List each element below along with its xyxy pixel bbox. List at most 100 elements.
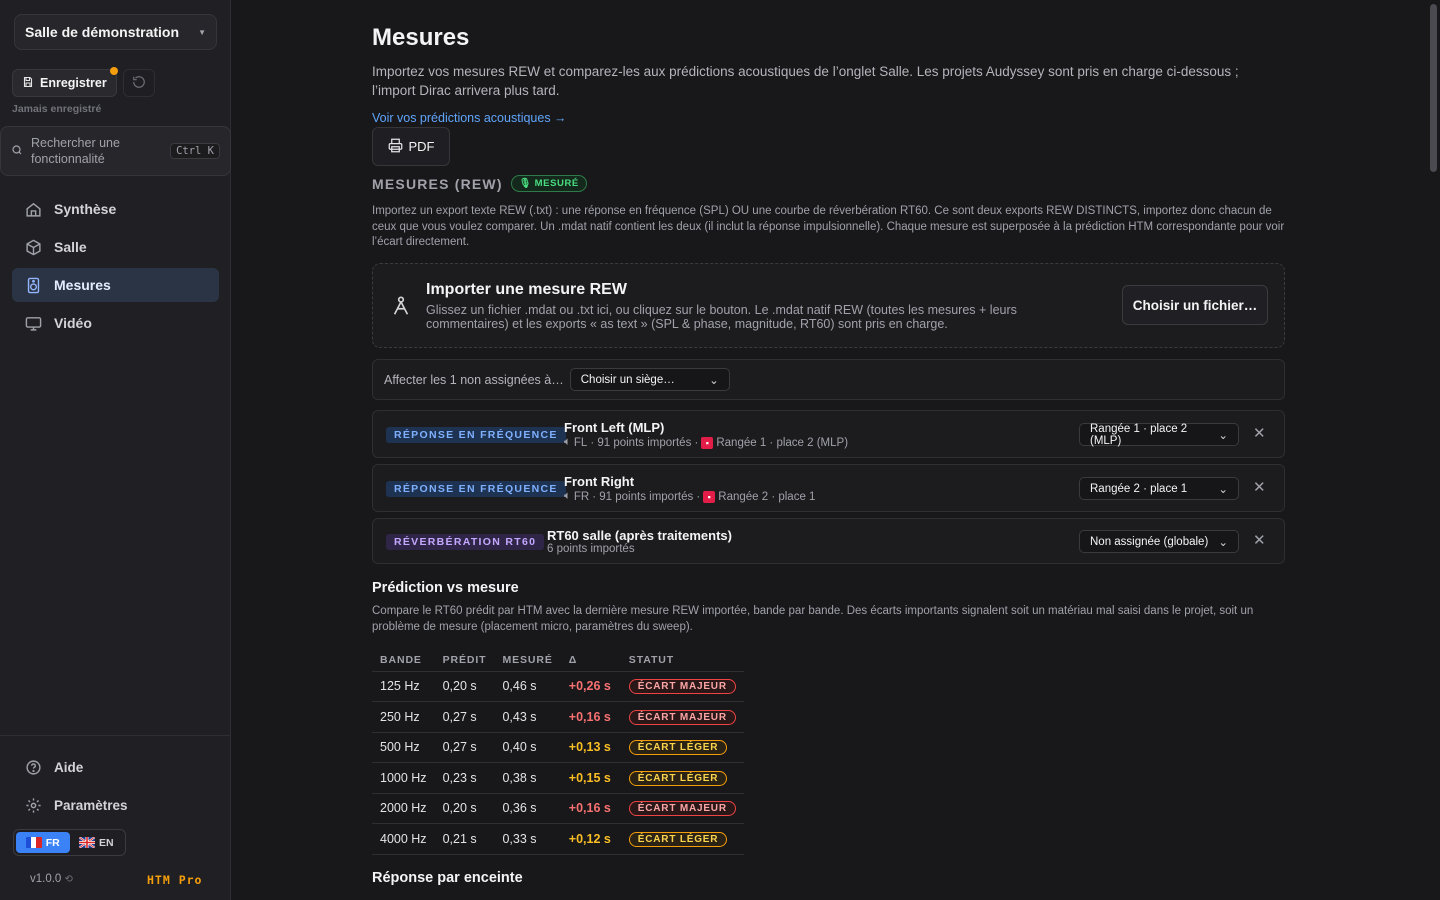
room-selector[interactable]: Salle de démonstration ▼: [14, 14, 217, 50]
gear-icon: [24, 796, 42, 814]
predictions-link[interactable]: Voir vos prédictions acoustiques →: [372, 111, 567, 125]
rew-section-header: MESURES (REW) 🎙︎ MESURÉ: [372, 175, 587, 192]
fr-flag-icon: [25, 837, 42, 848]
language-switch: FR EN: [13, 829, 126, 856]
home-icon: [24, 200, 42, 218]
lang-fr-button[interactable]: FR: [16, 832, 70, 853]
status-cell: ÉCART LÉGER: [620, 823, 744, 855]
assign-select-value: Choisir un siège…: [580, 373, 675, 386]
measurement-meta: 🔈︎ FR · 91 points importés · ▪ Rangée 2 …: [564, 490, 815, 503]
nav-item-help[interactable]: Aide: [12, 750, 219, 784]
column-header: BANDE: [372, 649, 435, 672]
seat-select[interactable]: Rangée 1 · place 2 (MLP) ⌄: [1079, 422, 1239, 447]
measured-cell: 0,40 s: [494, 732, 561, 763]
pdf-label: PDF: [408, 139, 435, 154]
predicted-cell: 0,20 s: [434, 793, 495, 824]
nav-label: Mesures: [54, 277, 111, 293]
table-row: 4000 Hz 0,21 s 0,33 s +0,12 s ÉCART LÉGER: [372, 823, 744, 855]
measured-badge-label: MESURÉ: [534, 178, 579, 189]
save-label: Enregistrer: [40, 76, 107, 90]
revert-button[interactable]: [123, 69, 155, 97]
status-badge: ÉCART LÉGER: [628, 770, 728, 786]
printer-icon: [388, 138, 403, 156]
measurement-type-tag: RÉPONSE EN FRÉQUENCE: [386, 427, 566, 443]
assign-seat-select[interactable]: Choisir un siège… ⌄: [569, 368, 730, 391]
save-button[interactable]: Enregistrer: [12, 67, 118, 97]
sidebar: Salle de démonstration ▼ Enregistrer Jam…: [0, 0, 231, 900]
points-count: 6 points importés: [547, 543, 635, 555]
column-header: STATUT: [620, 649, 744, 672]
app-version: v1.0.0 ⟲: [30, 873, 73, 885]
close-icon[interactable]: ✕: [1253, 531, 1266, 549]
chevron-down-icon: ⌄: [1218, 483, 1228, 496]
nav-label: Synthèse: [54, 201, 117, 217]
page-intro: Importez vos mesures REW et comparez-les…: [372, 64, 1239, 98]
section-title: MESURES (REW): [372, 175, 503, 192]
status-cell: ÉCART MAJEUR: [620, 701, 744, 733]
main-nav: Synthèse Salle Mesures Vidéo: [12, 192, 219, 344]
band-cell: 250 Hz: [372, 701, 435, 733]
delta-cell: +0,16 s: [560, 793, 621, 824]
table-row: 500 Hz 0,27 s 0,40 s +0,13 s ÉCART LÉGER: [372, 732, 744, 763]
measurement-row: RÉPONSE EN FRÉQUENCE Front Left (MLP) 🔈︎…: [372, 410, 1285, 458]
measurement-meta: 6 points importés: [547, 543, 635, 555]
nav-item-salle[interactable]: Salle: [12, 230, 219, 264]
status-cell: ÉCART MAJEUR: [620, 671, 744, 702]
search-icon: [11, 144, 23, 159]
uk-flag-icon: [78, 837, 95, 848]
nav-label: Vidéo: [54, 315, 92, 331]
rew-dropzone[interactable]: Importer une mesure REW Glissez un fichi…: [372, 263, 1285, 348]
nav-item-mesures[interactable]: Mesures: [12, 268, 219, 302]
measurement-meta: 🔈︎ FL · 91 points importés · ▪ Rangée 1 …: [564, 436, 848, 449]
measurement-type-tag: RÉVERBÉRATION RT60: [386, 534, 545, 550]
status-cell: ÉCART MAJEUR: [620, 793, 744, 824]
monitor-icon: [24, 314, 42, 332]
measurement-row: RÉPONSE EN FRÉQUENCE Front Right 🔈︎ FR ·…: [372, 464, 1285, 512]
status-badge: ÉCART MAJEUR: [628, 679, 736, 695]
measured-cell: 0,33 s: [494, 823, 561, 855]
delta-cell: +0,16 s: [560, 701, 621, 733]
prediction-description: Compare le RT60 prédit par HTM avec la d…: [372, 605, 1254, 633]
sidebar-divider: [0, 735, 231, 736]
close-icon[interactable]: ✕: [1253, 478, 1266, 496]
close-icon[interactable]: ✕: [1253, 424, 1266, 442]
status-cell: ÉCART LÉGER: [620, 762, 744, 794]
speaker-icon: [24, 276, 42, 294]
predicted-cell: 0,27 s: [434, 701, 495, 733]
table-row: 125 Hz 0,20 s 0,46 s +0,26 s ÉCART MAJEUR: [372, 671, 744, 702]
chevron-down-icon: ⌄: [1218, 536, 1228, 549]
measured-cell: 0,46 s: [494, 671, 561, 702]
history-icon[interactable]: ⟲: [65, 874, 73, 885]
assign-label: Affecter les 1 non assignées à…: [384, 372, 564, 387]
measured-badge: 🎙︎ MESURÉ: [510, 175, 587, 192]
measured-cell: 0,43 s: [494, 701, 561, 733]
seat-select-value: Rangée 1 · place 2 (MLP): [1090, 422, 1188, 447]
band-cell: 1000 Hz: [372, 762, 435, 794]
export-pdf-button[interactable]: PDF: [372, 127, 450, 166]
nav-item-settings[interactable]: Paramètres: [12, 788, 219, 822]
nav-item-video[interactable]: Vidéo: [12, 306, 219, 340]
nav-label: Aide: [54, 759, 84, 775]
predicted-cell: 0,27 s: [434, 732, 495, 763]
seat-select[interactable]: Non assignée (globale) ⌄: [1079, 530, 1239, 553]
room-name: Salle de démonstration: [25, 24, 180, 40]
band-cell: 4000 Hz: [372, 823, 435, 855]
scrollbar[interactable]: [1426, 0, 1440, 900]
help-icon: [24, 758, 42, 776]
seat-label: Rangée 1 · place 2 (MLP): [716, 436, 849, 449]
choose-file-button[interactable]: Choisir un fichier…: [1122, 285, 1268, 325]
chevron-down-icon: ⌄: [709, 374, 719, 387]
lang-en-button[interactable]: EN: [70, 832, 124, 853]
main-content: Mesures Importez vos mesures REW et comp…: [372, 0, 1285, 900]
column-header: MESURÉ: [494, 649, 561, 672]
measurement-name: RT60 salle (après traitements): [547, 528, 732, 543]
feature-search[interactable]: Rechercher une fonctionnalité Ctrl K: [0, 126, 231, 176]
predicted-cell: 0,23 s: [434, 762, 495, 794]
page-title: Mesures: [372, 24, 470, 51]
predicted-cell: 0,20 s: [434, 671, 495, 702]
column-header: PRÉDIT: [434, 649, 495, 672]
seat-select[interactable]: Rangée 2 · place 1 ⌄: [1079, 477, 1239, 500]
scrollbar-thumb[interactable]: [1430, 4, 1437, 172]
nav-item-synthese[interactable]: Synthèse: [12, 192, 219, 226]
seat-label: Rangée 2 · place 1: [718, 490, 816, 503]
